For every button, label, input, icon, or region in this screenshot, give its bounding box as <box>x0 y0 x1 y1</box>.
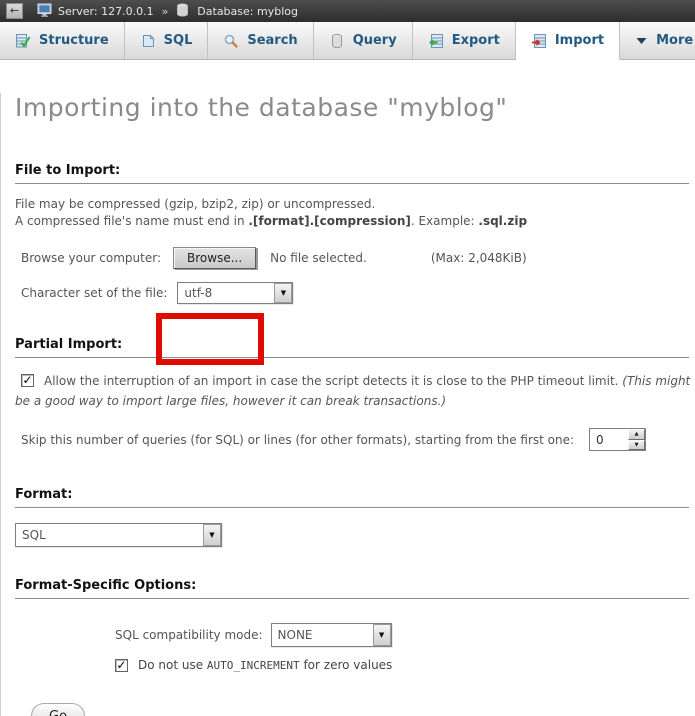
auto-increment-text: Do not use AUTO_INCREMENT for zero value… <box>138 658 392 672</box>
section-heading-file-to-import: File to Import: <box>15 163 689 184</box>
tab-export[interactable]: Export <box>413 22 516 59</box>
tab-sql[interactable]: SQL <box>125 22 209 59</box>
browse-button[interactable]: Browse... <box>173 247 256 269</box>
chevron-down-icon <box>635 37 648 45</box>
charset-selected-value: utf-8 <box>178 283 274 303</box>
skip-queries-value: 0 <box>590 429 628 450</box>
tab-label: SQL <box>164 33 193 48</box>
charset-select[interactable]: utf-8 ▼ <box>177 282 293 304</box>
browse-label: Browse your computer: <box>21 251 161 265</box>
skip-queries-input[interactable]: 0 ▲ ▼ <box>589 428 646 451</box>
section-heading-format: Format: <box>15 487 689 508</box>
format-selected-value: SQL <box>16 524 203 546</box>
tab-structure[interactable]: Structure <box>0 22 125 59</box>
no-file-selected-text: No file selected. <box>270 251 367 265</box>
section-heading-format-specific-options: Format-Specific Options: <box>15 578 689 599</box>
tab-label: More <box>656 33 693 48</box>
tab-label: Structure <box>39 33 109 48</box>
sql-compatibility-row: SQL compatibility mode: NONE ▼ <box>115 623 691 647</box>
compression-example: .sql.zip <box>478 214 527 228</box>
allow-interruption-row: ✓ Allow the interruption of an import in… <box>15 371 691 411</box>
skip-queries-spinner: ▲ ▼ <box>628 429 645 450</box>
chevron-down-icon[interactable]: ▼ <box>373 624 391 646</box>
charset-label: Character set of the file: <box>21 286 167 300</box>
chevron-down-icon[interactable]: ▼ <box>203 524 221 546</box>
charset-row: Character set of the file: utf-8 ▼ <box>15 282 691 304</box>
format-select[interactable]: SQL ▼ <box>15 523 222 547</box>
auto-increment-checkbox[interactable]: ✓ <box>115 659 128 672</box>
compression-line2-mid: . Example: <box>411 214 479 228</box>
breadcrumb-bar: ← Server: 127.0.0.1 » Database: myblog <box>0 0 695 22</box>
search-icon <box>223 33 239 49</box>
import-icon <box>531 33 547 49</box>
browse-row: Browse your computer: Browse... No file … <box>15 247 691 269</box>
tab-label: Import <box>555 33 604 48</box>
export-icon <box>428 33 444 49</box>
skip-queries-row: Skip this number of queries (for SQL) or… <box>15 428 691 451</box>
tab-label: Query <box>353 33 397 48</box>
spinner-up-icon[interactable]: ▲ <box>628 429 645 440</box>
breadcrumb-database[interactable]: Database: myblog <box>176 3 298 19</box>
format-select-row: SQL ▼ <box>15 523 691 547</box>
import-page: Importing into the database "myblog" Fil… <box>0 93 695 716</box>
tab-more[interactable]: More <box>620 22 695 59</box>
max-size-note: (Max: 2,048KiB) <box>431 251 527 265</box>
back-button[interactable]: ← <box>6 3 23 19</box>
tab-search[interactable]: Search <box>208 22 313 59</box>
structure-icon <box>15 33 31 49</box>
breadcrumb-separator: » <box>162 5 169 18</box>
tab-label: Export <box>452 33 500 48</box>
sql-compatibility-select[interactable]: NONE ▼ <box>271 623 392 647</box>
tab-label: Search <box>247 33 297 48</box>
page-title: Importing into the database "myblog" <box>15 93 691 122</box>
allow-interruption-checkbox[interactable]: ✓ <box>21 374 34 387</box>
tab-bar: Structure SQL Search Query <box>0 22 695 60</box>
go-button[interactable]: Go <box>31 703 85 716</box>
compression-line2-prefix: A compressed file's name must end in <box>15 214 248 228</box>
skip-queries-label: Skip this number of queries (for SQL) or… <box>21 433 574 447</box>
database-icon <box>176 3 192 19</box>
auto-increment-row: ✓ Do not use AUTO_INCREMENT for zero val… <box>115 658 691 672</box>
sql-compatibility-value: NONE <box>272 624 373 646</box>
tab-import[interactable]: Import <box>516 22 620 60</box>
breadcrumb-server-label: Server: 127.0.0.1 <box>58 5 154 18</box>
tab-query[interactable]: Query <box>314 22 413 59</box>
breadcrumb-database-label: Database: myblog <box>197 5 298 18</box>
sql-compatibility-label: SQL compatibility mode: <box>115 628 263 642</box>
query-icon <box>329 33 345 49</box>
auto-increment-code: AUTO_INCREMENT <box>207 659 300 672</box>
compression-format-pattern: .[format].[compression] <box>248 214 410 228</box>
allow-interruption-text: Allow the interruption of an import in c… <box>44 374 622 388</box>
sql-icon <box>140 33 156 49</box>
server-icon <box>37 3 53 19</box>
spinner-down-icon[interactable]: ▼ <box>628 440 645 451</box>
compression-line1: File may be compressed (gzip, bzip2, zip… <box>15 197 375 211</box>
compression-info-text: File may be compressed (gzip, bzip2, zip… <box>15 196 691 230</box>
section-heading-partial-import: Partial Import: <box>15 337 689 358</box>
breadcrumb-server[interactable]: Server: 127.0.0.1 <box>37 3 154 19</box>
chevron-down-icon[interactable]: ▼ <box>274 283 292 303</box>
